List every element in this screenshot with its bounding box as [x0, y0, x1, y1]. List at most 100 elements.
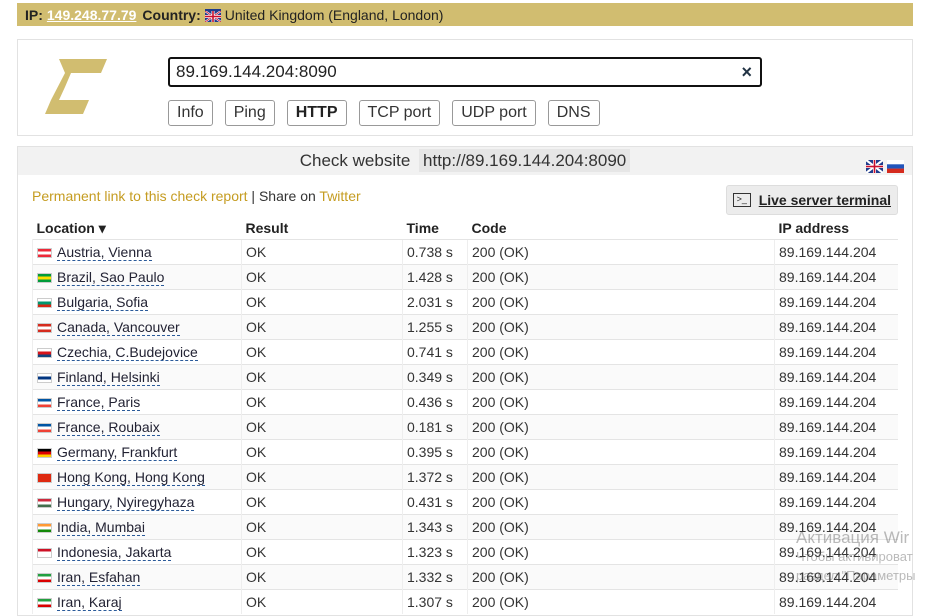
time-cell: 0.738 s — [402, 239, 468, 265]
russian-flag-icon[interactable] — [887, 154, 904, 173]
table-row: Brazil, Sao Paulo OK 1.428 s 200 (OK) 89.169… — [32, 264, 898, 290]
result-cell: OK — [241, 239, 403, 265]
country-flag-icon — [37, 323, 52, 334]
tab-ping[interactable]: Ping — [224, 100, 275, 126]
ip-cell: 89.169.144.204 — [774, 589, 898, 614]
client-ip-link[interactable]: 149.248.77.79 — [47, 7, 137, 23]
code-cell: 200 (OK) — [467, 314, 775, 340]
code-cell: 200 (OK) — [467, 239, 775, 265]
header-code: Code — [471, 220, 507, 236]
results-table: Location ▾ Result Time Code IP address A… — [32, 217, 898, 614]
ip-cell: 89.169.144.204 — [774, 514, 898, 540]
location-cell: Canada, Vancouver — [32, 314, 242, 340]
table-row: Hungary, Nyiregyhaza OK 0.431 s 200 (OK) 89.… — [32, 489, 898, 515]
ip-cell: 89.169.144.204 — [774, 239, 898, 265]
terminal-label: Live server terminal — [758, 192, 891, 208]
check-type-tabs: Info Ping HTTP TCP port UDP port DNS — [168, 100, 612, 126]
ip-cell: 89.169.144.204 — [774, 289, 898, 315]
results-panel: Check website http://89.169.144.204:8090… — [17, 146, 913, 616]
uk-flag-icon — [204, 9, 222, 23]
location-cell: Austria, Vienna — [32, 239, 242, 265]
ip-cell: 89.169.144.204 — [774, 339, 898, 365]
tab-http[interactable]: HTTP — [286, 100, 347, 126]
header-result: Result — [245, 220, 289, 236]
clear-icon[interactable]: × — [741, 62, 752, 83]
country-flag-icon — [37, 423, 52, 434]
location-link[interactable]: Austria, Vienna — [57, 244, 152, 261]
location-link[interactable]: Iran, Esfahan — [57, 569, 141, 586]
result-cell: OK — [241, 339, 403, 365]
english-flag-icon[interactable] — [865, 154, 884, 174]
location-link[interactable]: Hong Kong, Hong Kong — [57, 469, 205, 486]
code-cell: 200 (OK) — [467, 464, 775, 490]
country-flag-icon — [37, 398, 52, 409]
code-cell: 200 (OK) — [467, 564, 775, 590]
result-cell: OK — [241, 414, 403, 440]
location-link[interactable]: Iran, Karaj — [57, 594, 122, 611]
table-row: Hong Kong, Hong Kong OK 1.372 s 200 (OK) 89.… — [32, 464, 898, 490]
terminal-icon: >_ — [732, 193, 751, 207]
location-cell: France, Paris — [32, 389, 242, 415]
results-body: Austria, Vienna OK 0.738 s 200 (OK) 89.169.1… — [32, 239, 898, 614]
ip-cell: 89.169.144.204 — [774, 464, 898, 490]
twitter-link[interactable]: Twitter — [319, 188, 360, 204]
time-cell: 0.181 s — [402, 414, 468, 440]
ip-cell: 89.169.144.204 — [774, 539, 898, 565]
location-cell: Hungary, Nyiregyhaza — [32, 489, 242, 515]
table-row: Austria, Vienna OK 0.738 s 200 (OK) 89.169.1… — [32, 239, 898, 265]
tab-dns[interactable]: DNS — [547, 100, 600, 126]
ip-cell: 89.169.144.204 — [774, 414, 898, 440]
live-terminal-button[interactable]: >_ Live server terminal — [725, 185, 898, 215]
location-link[interactable]: Indonesia, Jakarta — [57, 544, 172, 561]
location-link[interactable]: Germany, Frankfurt — [57, 444, 178, 461]
location-link[interactable]: France, Paris — [57, 394, 141, 411]
result-cell: OK — [241, 564, 403, 590]
location-cell: Czechia, C.Budejovice — [32, 339, 242, 365]
header-time: Time — [406, 220, 439, 236]
location-link[interactable]: Canada, Vancouver — [57, 319, 180, 336]
location-link[interactable]: Hungary, Nyiregyhaza — [57, 494, 195, 511]
result-cell: OK — [241, 464, 403, 490]
code-cell: 200 (OK) — [467, 514, 775, 540]
location-link[interactable]: India, Mumbai — [57, 519, 145, 536]
location-cell: Indonesia, Jakarta — [32, 539, 242, 565]
location-cell: Iran, Esfahan — [32, 564, 242, 590]
table-row: Canada, Vancouver OK 1.255 s 200 (OK) 89.169… — [32, 314, 898, 340]
ip-cell: 89.169.144.204 — [774, 439, 898, 465]
code-cell: 200 (OK) — [467, 389, 775, 415]
table-row: France, Paris OK 0.436 s 200 (OK) 89.169.144… — [32, 389, 898, 415]
tab-udp-port[interactable]: UDP port — [452, 100, 536, 126]
location-link[interactable]: Brazil, Sao Paulo — [57, 269, 165, 286]
site-logo-icon[interactable] — [45, 59, 107, 114]
location-link[interactable]: France, Roubaix — [57, 419, 160, 436]
result-cell: OK — [241, 364, 403, 390]
host-input[interactable] — [170, 59, 722, 85]
result-cell: OK — [241, 514, 403, 540]
code-cell: 200 (OK) — [467, 264, 775, 290]
location-cell: Finland, Helsinki — [32, 364, 242, 390]
code-cell: 200 (OK) — [467, 289, 775, 315]
time-cell: 1.332 s — [402, 564, 468, 590]
country-flag-icon — [37, 573, 52, 584]
result-cell: OK — [241, 589, 403, 614]
result-cell: OK — [241, 539, 403, 565]
location-link[interactable]: Finland, Helsinki — [57, 369, 160, 386]
country-flag-icon — [37, 548, 52, 559]
location-link[interactable]: Czechia, C.Budejovice — [57, 344, 198, 361]
location-link[interactable]: Bulgaria, Sofia — [57, 294, 149, 311]
code-cell: 200 (OK) — [467, 414, 775, 440]
tab-info[interactable]: Info — [168, 100, 213, 126]
table-row: Germany, Frankfurt OK 0.395 s 200 (OK) 89.16… — [32, 439, 898, 465]
location-cell: Brazil, Sao Paulo — [32, 264, 242, 290]
location-cell: Bulgaria, Sofia — [32, 289, 242, 315]
host-search-field[interactable]: × — [168, 57, 762, 87]
time-cell: 1.323 s — [402, 539, 468, 565]
result-cell: OK — [241, 389, 403, 415]
tab-tcp-port[interactable]: TCP port — [358, 100, 441, 126]
code-cell: 200 (OK) — [467, 539, 775, 565]
header-location[interactable]: Location ▾ — [33, 217, 242, 240]
code-cell: 200 (OK) — [467, 364, 775, 390]
table-row: India, Mumbai OK 1.343 s 200 (OK) 89.169.144… — [32, 514, 898, 540]
location-cell: India, Mumbai — [32, 514, 242, 540]
permanent-link[interactable]: Permanent link to this check report — [32, 188, 248, 204]
